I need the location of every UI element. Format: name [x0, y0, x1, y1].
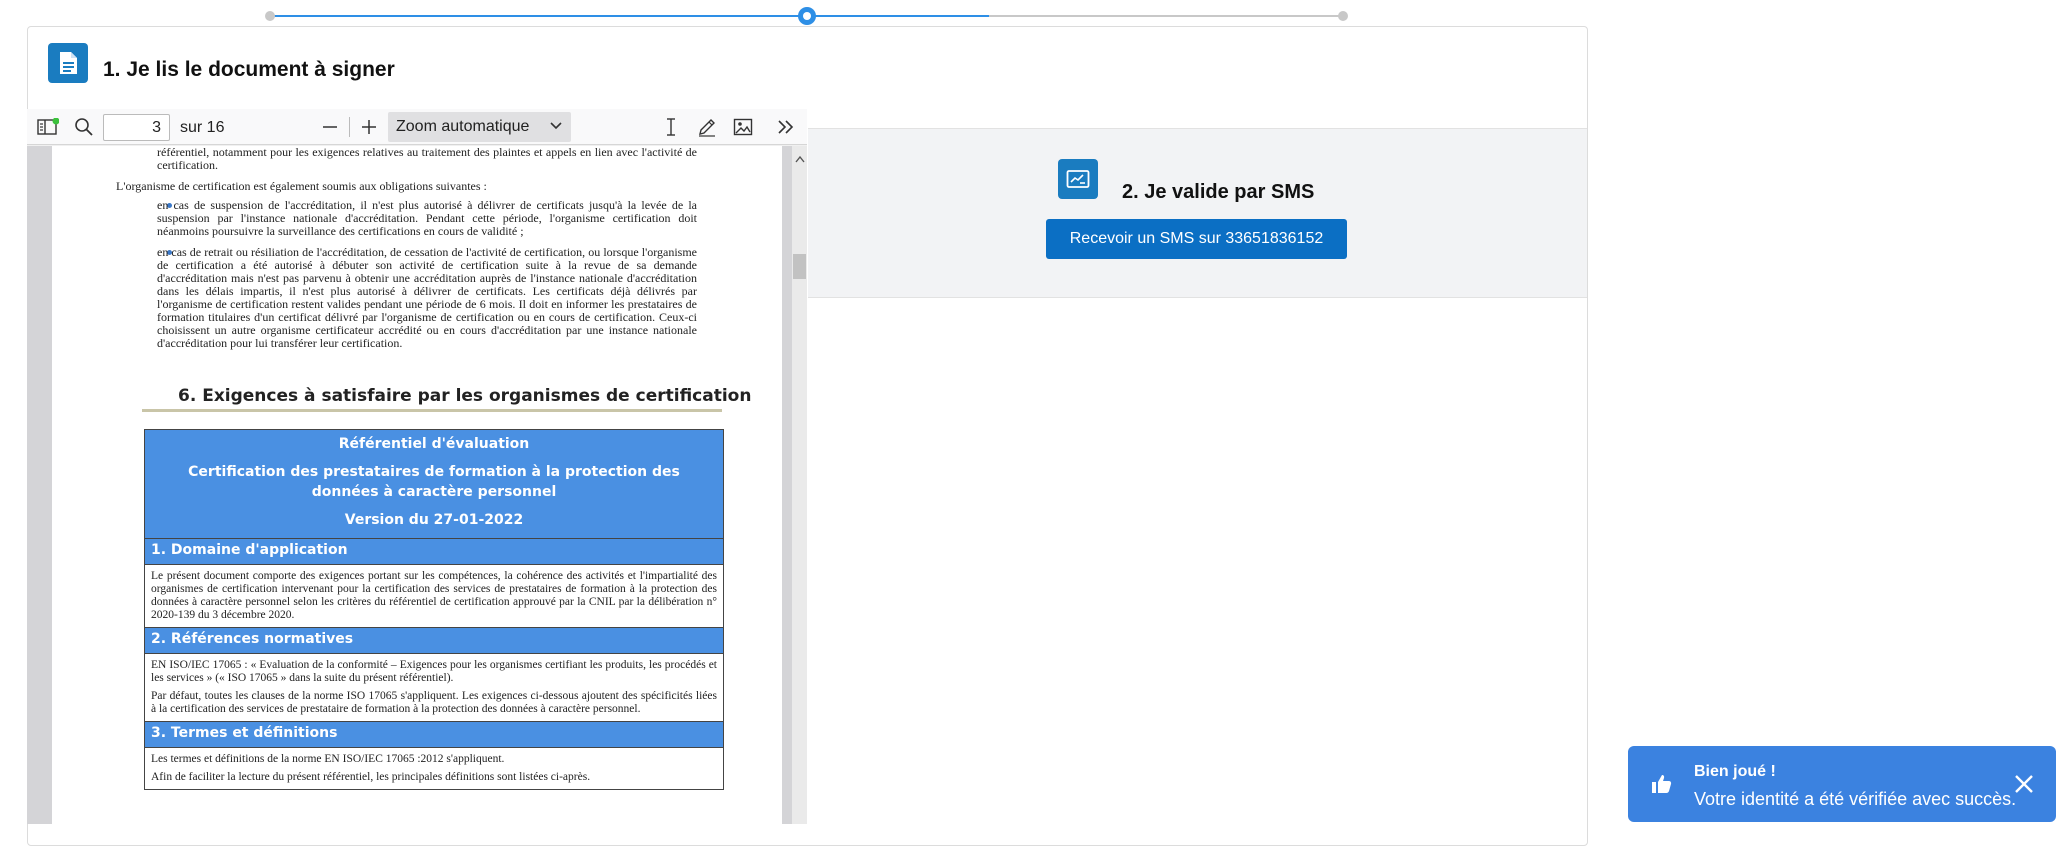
table-section-body: Par défaut, toutes les clauses de la nor…	[151, 690, 717, 715]
zoom-select-value: Zoom automatique	[396, 118, 530, 135]
step1-title: 1. Je lis le document à signer	[103, 58, 395, 81]
page-total-label: sur 16	[180, 119, 225, 136]
table-section-title: 3. Termes et définitions	[145, 721, 723, 747]
doc-bullet-1: en cas de suspension de l'accréditation,…	[157, 198, 697, 238]
receive-sms-button[interactable]: Recevoir un SMS sur 33651836152	[1046, 219, 1347, 259]
table-section-body: Le présent document comporte des exigenc…	[145, 564, 723, 627]
section-heading: 6. Exigences à satisfaire par les organi…	[178, 386, 752, 406]
table-section-title: 1. Domaine d'application	[145, 538, 723, 564]
scroll-up-arrow-icon[interactable]	[795, 150, 805, 168]
document-scroll-area[interactable]: référentiel, notamment pour les exigence…	[27, 146, 792, 824]
search-icon[interactable]	[71, 115, 97, 139]
more-tools-icon[interactable]	[773, 115, 799, 139]
table-header-subtitle: Certification des prestataires de format…	[145, 458, 723, 506]
pen-icon[interactable]	[694, 115, 720, 139]
zoom-select[interactable]: Zoom automatique	[388, 112, 571, 142]
sms-validation-icon	[1058, 159, 1098, 199]
thumbs-up-icon	[1650, 772, 1674, 796]
step2-title: 2. Je valide par SMS	[1122, 181, 1315, 203]
stepper-step-1	[265, 11, 275, 21]
table-section-body: Afin de faciliter la lecture du présent …	[151, 771, 591, 783]
stepper-step-3	[1338, 11, 1348, 21]
document-icon	[48, 43, 88, 83]
doc-paragraph-2: L'organisme de certification est égaleme…	[116, 179, 487, 193]
pdf-page: référentiel, notamment pour les exigence…	[52, 146, 782, 824]
zoom-in-icon[interactable]	[356, 115, 382, 139]
text-cursor-icon[interactable]	[658, 115, 684, 139]
section-rule	[142, 409, 722, 412]
sidebar-toggle-icon[interactable]	[35, 115, 61, 139]
table-section-title: 2. Références normatives	[145, 627, 723, 653]
table-header-version: Version du 27-01-2022	[145, 506, 723, 538]
table-header-title: Référentiel d'évaluation	[145, 430, 723, 458]
toast-title: Bien joué !	[1694, 763, 1776, 780]
image-icon[interactable]	[730, 115, 756, 139]
doc-paragraph-1: référentiel, notamment pour les exigence…	[157, 146, 697, 172]
toast-message: Votre identité a été vérifiée avec succè…	[1694, 789, 2017, 809]
doc-bullet-2: en cas de retrait ou résiliation de l'ac…	[157, 245, 697, 350]
toolbar-separator	[349, 117, 350, 137]
zoom-out-icon[interactable]	[317, 115, 343, 139]
vertical-scrollbar[interactable]	[792, 146, 807, 824]
table-section-body: EN ISO/IEC 17065 : « Evaluation de la co…	[145, 653, 723, 690]
stepper-step-2-center	[803, 12, 811, 20]
reference-table: Référentiel d'évaluation Certification d…	[144, 429, 724, 790]
sms-validation-panel: 2. Je valide par SMS Recevoir un SMS sur…	[808, 128, 1587, 298]
page-number-input[interactable]	[103, 114, 170, 141]
table-section-body: Les termes et définitions de la norme EN…	[145, 747, 723, 771]
success-toast: Bien joué ! Votre identité a été vérifié…	[1628, 746, 2056, 822]
scrollbar-thumb[interactable]	[793, 254, 806, 279]
chevron-down-icon	[549, 119, 563, 138]
pdf-toolbar: sur 16 Zoom automatique	[27, 109, 807, 145]
pdf-viewer: sur 16 Zoom automatique	[27, 109, 807, 824]
close-icon[interactable]	[2010, 770, 2038, 798]
